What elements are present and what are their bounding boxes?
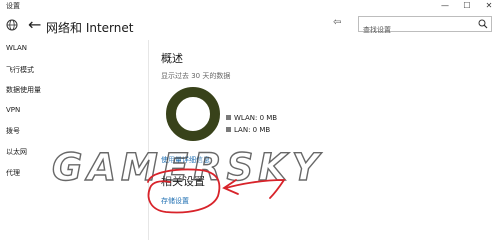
sidebar-item-data-usage[interactable]: 数据使用量 [6,85,41,95]
sidebar-item-dial-up[interactable]: 拨号 [6,126,20,136]
sidebar-item-airplane-mode[interactable]: 飞行模式 [6,65,34,75]
minimize-button[interactable]: — [434,0,456,12]
legend-wlan-label: WLAN: 0 MB [234,114,278,122]
pin-icon[interactable]: ⇦ [333,17,341,28]
search-icon[interactable] [478,19,488,29]
globe-icon [6,19,18,31]
sidebar-item-vpn[interactable]: VPN [6,106,20,114]
page-header: ← 网络和 Internet ⇦ [0,12,500,40]
overview-heading: 概述 [161,52,183,65]
sidebar-item-proxy[interactable]: 代理 [6,168,20,178]
back-arrow-icon[interactable]: ← [28,15,41,34]
legend-lan-label: LAN: 0 MB [234,126,271,134]
storage-settings-link[interactable]: 存储设置 [161,196,189,206]
legend-swatch-lan [226,127,231,132]
sidebar: WLAN 飞行模式 数据使用量 VPN 拨号 以太网 代理 [0,40,149,240]
page-title: 网络和 Internet [46,21,134,35]
legend-swatch-wlan [226,115,231,120]
period-subtitle: 显示过去 30 天的数据 [161,72,231,80]
sidebar-item-ethernet[interactable]: 以太网 [6,147,27,157]
related-settings-heading: 相关设置 [161,175,205,188]
legend-wlan: WLAN: 0 MB [226,114,277,122]
donut-ring [166,87,220,141]
legend-lan: LAN: 0 MB [226,126,270,134]
usage-donut-chart [166,87,220,141]
maximize-button[interactable]: ☐ [456,0,478,12]
sidebar-item-wlan[interactable]: WLAN [6,44,27,52]
close-button[interactable]: ✕ [478,0,500,12]
search-box[interactable] [358,16,492,37]
main-content: 概述 显示过去 30 天的数据 WLAN: 0 MB LAN: 0 MB 使用量… [161,40,491,240]
title-bar: 设置 — ☐ ✕ [0,0,500,12]
search-input[interactable] [363,23,473,37]
usage-details-link[interactable]: 使用量详细信息 [161,155,210,165]
window-title: 设置 [6,2,20,10]
